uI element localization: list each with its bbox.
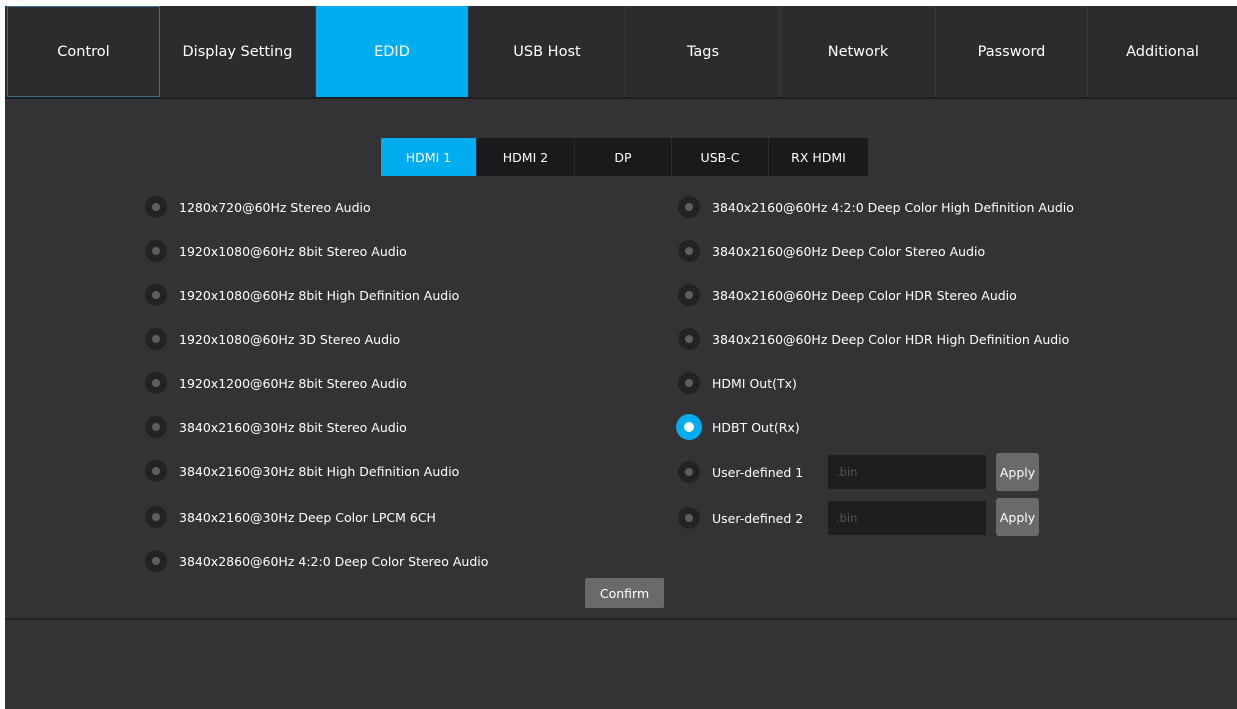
apply-button-2[interactable]: Apply [996, 498, 1039, 536]
source-tab-dp[interactable]: DP [575, 138, 672, 176]
edid-option-label: 3840x2160@60Hz 4:2:0 Deep Color High Def… [712, 199, 1074, 215]
source-tab-hdmi-1[interactable]: HDMI 1 [381, 138, 477, 176]
radio-dot [685, 379, 693, 387]
radio-button[interactable] [678, 507, 700, 529]
radio-button[interactable] [678, 240, 700, 262]
edid-option[interactable]: 3840x2160@30Hz Deep Color LPCM 6CH [145, 505, 436, 529]
main-tab-bar: Control Display Setting EDID USB Host Ta… [5, 6, 1237, 99]
radio-dot [152, 467, 160, 475]
edid-option-label: 1920x1080@60Hz 8bit High Definition Audi… [179, 287, 460, 303]
radio-dot [685, 203, 693, 211]
edid-option-selected[interactable]: HDBT Out(Rx) [676, 414, 800, 440]
radio-dot [685, 468, 693, 476]
radio-button[interactable] [145, 240, 167, 262]
radio-dot [685, 291, 693, 299]
radio-button[interactable] [145, 416, 167, 438]
radio-dot [152, 335, 160, 343]
tab-display-setting[interactable]: Display Setting [160, 6, 316, 97]
tab-network[interactable]: Network [781, 6, 936, 97]
radio-button[interactable] [145, 460, 167, 482]
edid-option[interactable]: 1280x720@60Hz Stereo Audio [145, 195, 371, 219]
radio-button[interactable] [145, 506, 167, 528]
radio-dot [152, 557, 160, 565]
edid-option[interactable]: 3840x2160@60Hz Deep Color Stereo Audio [678, 239, 985, 263]
radio-button[interactable] [145, 196, 167, 218]
edid-option-label: 3840x2860@60Hz 4:2:0 Deep Color Stereo A… [179, 553, 489, 569]
radio-dot [685, 247, 693, 255]
radio-dot [685, 514, 693, 522]
apply-button-1[interactable]: Apply [996, 453, 1039, 491]
radio-button[interactable] [145, 328, 167, 350]
edid-option-label: 3840x2160@60Hz Deep Color Stereo Audio [712, 243, 986, 259]
edid-option-label: 1920x1080@60Hz 3D Stereo Audio [179, 331, 401, 347]
confirm-button[interactable]: Confirm [585, 578, 664, 608]
footer-divider [5, 618, 1237, 620]
edid-option-label: 3840x2160@60Hz Deep Color HDR High Defin… [712, 331, 1070, 347]
edid-option-label: 1920x1080@60Hz 8bit Stereo Audio [179, 243, 407, 259]
tab-password[interactable]: Password [936, 6, 1088, 97]
edid-option-label: 3840x2160@60Hz Deep Color HDR Stereo Aud… [712, 287, 1017, 303]
edid-option[interactable]: 3840x2160@30Hz 8bit Stereo Audio [145, 415, 407, 439]
radio-dot [152, 513, 160, 521]
tab-control[interactable]: Control [7, 6, 160, 97]
edid-option[interactable]: HDMI Out(Tx) [678, 371, 797, 395]
edid-option[interactable]: 3840x2160@60Hz 4:2:0 Deep Color High Def… [678, 195, 1074, 219]
user-defined-option-1[interactable]: User-defined 1 [678, 460, 803, 484]
edid-option-label: HDMI Out(Tx) [712, 375, 797, 391]
radio-button[interactable] [145, 550, 167, 572]
radio-button[interactable] [678, 461, 700, 483]
edid-option[interactable]: 1920x1080@60Hz 8bit High Definition Audi… [145, 283, 459, 307]
source-tab-usb-c[interactable]: USB-C [672, 138, 769, 176]
tab-tags[interactable]: Tags [626, 6, 781, 97]
radio-button[interactable] [678, 328, 700, 350]
radio-dot [152, 247, 160, 255]
radio-dot [152, 203, 160, 211]
radio-dot [684, 422, 694, 432]
radio-dot [152, 291, 160, 299]
user-defined-option-2[interactable]: User-defined 2 [678, 506, 803, 530]
edid-option-label: HDBT Out(Rx) [712, 419, 800, 435]
edid-option[interactable]: 1920x1200@60Hz 8bit Stereo Audio [145, 371, 407, 395]
radio-button[interactable] [678, 284, 700, 306]
source-tab-rx-hdmi[interactable]: RX HDMI [769, 138, 868, 176]
user-defined-2-file-input[interactable] [828, 501, 986, 535]
user-defined-label: User-defined 2 [712, 510, 804, 526]
user-defined-label: User-defined 1 [712, 464, 804, 480]
edid-option-label: 1280x720@60Hz Stereo Audio [179, 199, 371, 215]
radio-button[interactable] [145, 284, 167, 306]
edid-option[interactable]: 1920x1080@60Hz 8bit Stereo Audio [145, 239, 407, 263]
radio-dot [152, 379, 160, 387]
radio-button-selected[interactable] [676, 414, 702, 440]
radio-dot [152, 423, 160, 431]
edid-option[interactable]: 1920x1080@60Hz 3D Stereo Audio [145, 327, 400, 351]
edid-option[interactable]: 3840x2860@60Hz 4:2:0 Deep Color Stereo A… [145, 549, 488, 573]
edid-option-label: 1920x1200@60Hz 8bit Stereo Audio [179, 375, 407, 391]
user-defined-1-file-input[interactable] [828, 455, 986, 489]
edid-option-label: 3840x2160@30Hz 8bit Stereo Audio [179, 419, 407, 435]
edid-option[interactable]: 3840x2160@30Hz 8bit High Definition Audi… [145, 459, 459, 483]
source-tab-hdmi-2[interactable]: HDMI 2 [477, 138, 575, 176]
edid-option-label: 3840x2160@30Hz 8bit High Definition Audi… [179, 463, 460, 479]
tab-additional[interactable]: Additional [1088, 6, 1237, 97]
edid-option[interactable]: 3840x2160@60Hz Deep Color HDR High Defin… [678, 327, 1069, 351]
edid-option-label: 3840x2160@30Hz Deep Color LPCM 6CH [179, 509, 436, 525]
tab-usb-host[interactable]: USB Host [469, 6, 626, 97]
radio-button[interactable] [145, 372, 167, 394]
tab-edid[interactable]: EDID [316, 6, 469, 97]
edid-settings-page: Control Display Setting EDID USB Host Ta… [5, 6, 1237, 709]
radio-button[interactable] [678, 196, 700, 218]
radio-dot [685, 335, 693, 343]
radio-button[interactable] [678, 372, 700, 394]
edid-option[interactable]: 3840x2160@60Hz Deep Color HDR Stereo Aud… [678, 283, 1017, 307]
